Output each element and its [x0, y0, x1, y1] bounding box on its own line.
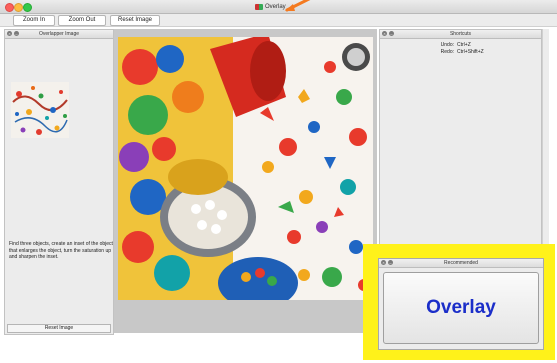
- shortcuts-list: Undo: Ctrl+Z Redo: Ctrl+Shift+Z: [380, 42, 541, 56]
- window-titlebar: Overlay: [0, 0, 557, 14]
- shortcut-keys: Ctrl+Z: [457, 42, 471, 48]
- image-canvas-area[interactable]: [114, 29, 377, 333]
- recommended-panel-header: × – Recommended: [379, 259, 543, 268]
- minimize-window-button[interactable]: [14, 3, 23, 12]
- shortcut-row: Redo: Ctrl+Shift+Z: [380, 49, 541, 56]
- shortcut-keys: Ctrl+Shift+Z: [457, 49, 484, 55]
- recommended-panel-title: Recommended: [444, 260, 478, 266]
- reset-image-bottom-button[interactable]: Reset Image: [7, 324, 111, 333]
- app-icon: [255, 3, 263, 10]
- panel-close-icon[interactable]: ×: [381, 260, 386, 265]
- instructions-text: Find three objects, create an inset of t…: [9, 241, 113, 260]
- maximize-window-button[interactable]: [23, 3, 32, 12]
- toolbar: Zoom In Zoom Out Reset Image: [0, 14, 557, 27]
- main-image[interactable]: [118, 37, 373, 300]
- panel-close-icon[interactable]: ×: [382, 31, 387, 36]
- panel-close-icon[interactable]: ×: [7, 31, 12, 36]
- recommended-window: × – Recommended Overlay: [378, 258, 544, 350]
- close-window-button[interactable]: [5, 3, 14, 12]
- zoom-in-button[interactable]: Zoom In: [13, 15, 55, 26]
- panel-minimize-icon[interactable]: –: [388, 260, 393, 265]
- overlapper-panel: × – Overlapper Image Find three objects,…: [4, 29, 114, 335]
- zoom-out-button[interactable]: Zoom Out: [58, 15, 106, 26]
- overlapper-thumbnail: [11, 82, 69, 138]
- overlay-button[interactable]: Overlay: [383, 272, 539, 344]
- panel-minimize-icon[interactable]: –: [14, 31, 19, 36]
- shortcuts-panel-title: Shortcuts: [449, 31, 472, 37]
- panel-minimize-icon[interactable]: –: [389, 31, 394, 36]
- overlapper-panel-header: × – Overlapper Image: [5, 30, 113, 39]
- shortcuts-panel-header: × – Shortcuts: [380, 30, 541, 39]
- overlapper-panel-title: Overlapper Image: [38, 31, 80, 37]
- shortcut-action: Undo:: [440, 42, 454, 48]
- shortcut-action: Redo:: [440, 49, 454, 55]
- reset-image-button[interactable]: Reset Image: [110, 15, 160, 26]
- window-title-group: Overlay: [255, 2, 286, 11]
- shortcut-row: Undo: Ctrl+Z: [380, 42, 541, 49]
